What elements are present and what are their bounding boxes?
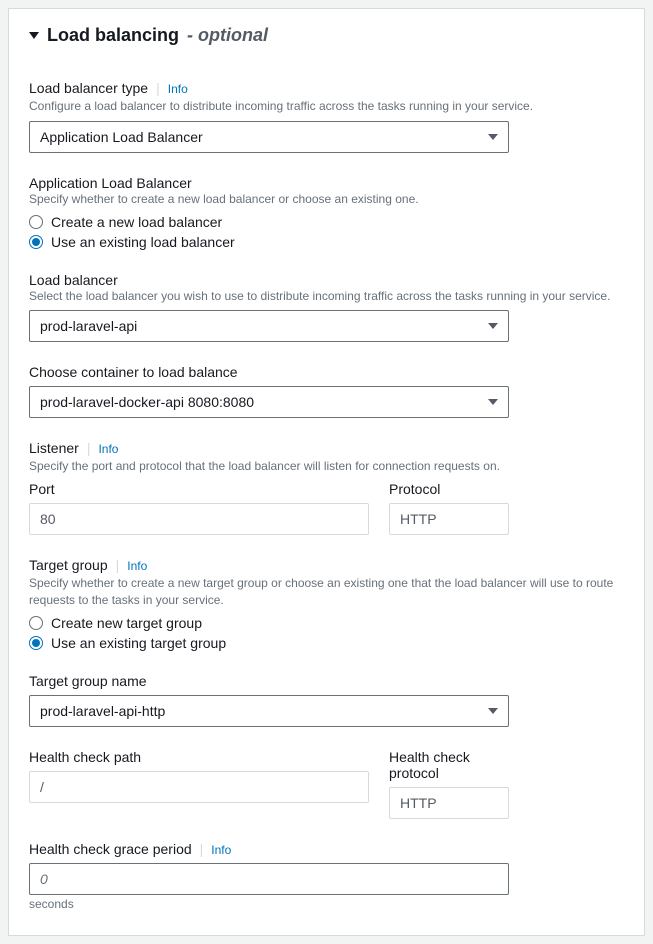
tg-name-value: prod-laravel-api-http: [40, 703, 165, 719]
radio-selected-icon[interactable]: [29, 235, 43, 249]
alb-existing-radio-row[interactable]: Use an existing load balancer: [29, 234, 624, 250]
tg-existing-radio-row[interactable]: Use an existing target group: [29, 635, 624, 651]
listener-group: Listener | Info Specify the port and pro…: [29, 440, 624, 535]
panel-title: Load balancing: [47, 25, 179, 46]
protocol-input[interactable]: [389, 503, 509, 535]
tg-create-label: Create new target group: [51, 615, 202, 631]
grace-group: Health check grace period | Info seconds: [29, 841, 624, 911]
chevron-down-icon: [488, 708, 498, 714]
divider: |: [87, 440, 91, 456]
tg-name-label: Target group name: [29, 673, 624, 689]
lb-type-label: Load balancer type: [29, 80, 148, 96]
container-group: Choose container to load balance prod-la…: [29, 364, 624, 418]
tg-name-group: Target group name prod-laravel-api-http: [29, 673, 624, 727]
divider: |: [200, 841, 204, 857]
listener-label: Listener: [29, 440, 79, 456]
chevron-down-icon: [488, 323, 498, 329]
radio-selected-icon[interactable]: [29, 636, 43, 650]
panel-optional-label: - optional: [187, 25, 268, 46]
lb-type-info-link[interactable]: Info: [168, 82, 188, 96]
divider: |: [116, 557, 120, 573]
alb-create-label: Create a new load balancer: [51, 214, 222, 230]
lb-type-group: Load balancer type | Info Configure a lo…: [29, 80, 624, 153]
tg-hint: Specify whether to create a new target g…: [29, 575, 624, 609]
tg-create-radio-row[interactable]: Create new target group: [29, 615, 624, 631]
tg-name-select[interactable]: prod-laravel-api-http: [29, 695, 509, 727]
alb-hint: Specify whether to create a new load bal…: [29, 191, 624, 208]
tg-existing-label: Use an existing target group: [51, 635, 226, 651]
grace-info-link[interactable]: Info: [211, 843, 231, 857]
lb-type-hint: Configure a load balancer to distribute …: [29, 98, 624, 115]
alb-existing-label: Use an existing load balancer: [51, 234, 235, 250]
load-balancing-panel: Load balancing - optional Load balancer …: [8, 8, 645, 936]
chevron-down-icon: [488, 399, 498, 405]
container-value: prod-laravel-docker-api 8080:8080: [40, 394, 254, 410]
tg-info-link[interactable]: Info: [127, 559, 147, 573]
collapse-caret-icon: [29, 32, 39, 39]
hc-group: Health check path Health check protocol: [29, 749, 624, 819]
container-label: Choose container to load balance: [29, 364, 624, 380]
port-input[interactable]: [29, 503, 369, 535]
lb-select[interactable]: prod-laravel-api: [29, 310, 509, 342]
listener-hint: Specify the port and protocol that the l…: [29, 458, 624, 475]
alb-group: Application Load Balancer Specify whethe…: [29, 175, 624, 250]
tg-label: Target group: [29, 557, 108, 573]
listener-info-link[interactable]: Info: [98, 442, 118, 456]
lb-type-select[interactable]: Application Load Balancer: [29, 121, 509, 153]
grace-label: Health check grace period: [29, 841, 192, 857]
panel-header[interactable]: Load balancing - optional: [29, 25, 624, 46]
alb-label: Application Load Balancer: [29, 175, 624, 191]
radio-icon[interactable]: [29, 616, 43, 630]
divider: |: [156, 80, 160, 96]
lb-hint: Select the load balancer you wish to use…: [29, 288, 624, 305]
protocol-label: Protocol: [389, 481, 509, 497]
grace-unit: seconds: [29, 897, 624, 911]
grace-input[interactable]: [29, 863, 509, 895]
hc-protocol-input[interactable]: [389, 787, 509, 819]
chevron-down-icon: [488, 134, 498, 140]
lb-group: Load balancer Select the load balancer y…: [29, 272, 624, 343]
container-select[interactable]: prod-laravel-docker-api 8080:8080: [29, 386, 509, 418]
lb-label: Load balancer: [29, 272, 624, 288]
lb-type-value: Application Load Balancer: [40, 129, 203, 145]
lb-value: prod-laravel-api: [40, 318, 137, 334]
alb-create-radio-row[interactable]: Create a new load balancer: [29, 214, 624, 230]
hc-path-input[interactable]: [29, 771, 369, 803]
port-label: Port: [29, 481, 369, 497]
tg-group: Target group | Info Specify whether to c…: [29, 557, 624, 651]
hc-protocol-label: Health check protocol: [389, 749, 509, 781]
hc-path-label: Health check path: [29, 749, 369, 765]
radio-icon[interactable]: [29, 215, 43, 229]
